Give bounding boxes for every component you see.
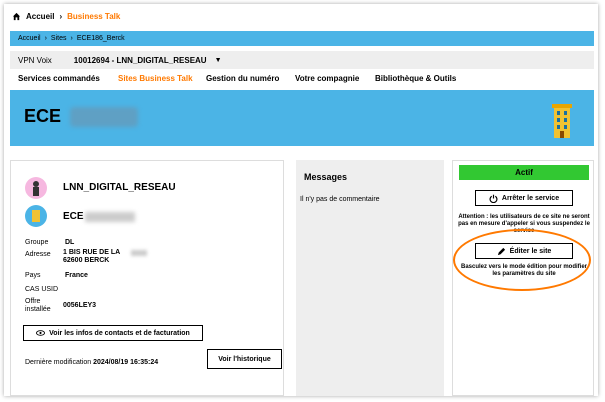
messages-panel: Messages Il n'y pas de commentaire xyxy=(296,160,444,396)
breadcrumb-sites[interactable]: Sites xyxy=(51,35,67,42)
redacted-text xyxy=(70,107,138,127)
top-breadcrumb: Accueil › Business Talk xyxy=(12,12,120,21)
banner-title: ECE xyxy=(24,106,62,126)
chevron-right-icon: › xyxy=(70,35,73,42)
redacted-text xyxy=(131,250,147,256)
adresse-label: Adresse xyxy=(25,251,51,258)
view-contacts-button[interactable]: Voir les infos de contacts et de factura… xyxy=(23,325,203,341)
redacted-text xyxy=(85,212,135,222)
offre-label-line1: Offre xyxy=(25,298,41,305)
breadcrumb-home-link[interactable]: Accueil xyxy=(26,12,54,21)
groupe-label: Groupe xyxy=(25,239,49,246)
building-avatar xyxy=(25,205,47,227)
chevron-right-icon: › xyxy=(59,12,63,21)
tab-sites-business-talk[interactable]: Sites Business Talk xyxy=(118,74,193,83)
home-icon[interactable] xyxy=(12,12,21,21)
offre-label: Offre installée xyxy=(25,298,51,314)
messages-title: Messages xyxy=(304,172,348,182)
breadcrumb-site: ECE186_Berck xyxy=(76,35,125,42)
building-icon xyxy=(552,104,572,138)
pays-value: France xyxy=(64,272,88,279)
site-name: ECE xyxy=(63,211,84,222)
pays-row: Pays France xyxy=(25,272,88,279)
vpn-select[interactable]: 10012694 - LNN_DIGITAL_RESEAU xyxy=(74,56,207,65)
view-history-button[interactable]: Voir l'historique xyxy=(207,349,282,369)
tab-gestion-numero[interactable]: Gestion du numéro xyxy=(206,74,279,83)
adresse-line1: 1 BIS RUE DE LA xyxy=(63,249,121,256)
last-modified: Dernière modification 2024/08/19 16:35:2… xyxy=(25,359,158,366)
app-frame: Accueil › Business Talk Accueil › Sites … xyxy=(4,4,598,396)
pays-label: Pays xyxy=(25,272,41,279)
breadcrumb-current[interactable]: Business Talk xyxy=(67,12,120,21)
tab-votre-compagnie[interactable]: Votre compagnie xyxy=(295,74,359,83)
offre-label-line2: installée xyxy=(25,306,51,313)
vpn-selector-bar[interactable]: VPN Voix 10012694 - LNN_DIGITAL_RESEAU ▼ xyxy=(10,51,594,69)
site-info-panel: LNN_DIGITAL_RESEAU ECE Groupe DL Adresse… xyxy=(10,160,284,396)
cas-usid-label: CAS USID xyxy=(25,286,59,293)
adresse-line2: 62600 BERCK xyxy=(63,257,110,264)
status-badge: Actif xyxy=(459,165,589,180)
stop-service-label: Arrêter le service xyxy=(501,194,560,202)
service-panel: Actif Arrêter le service Attention : les… xyxy=(452,160,594,396)
caret-down-icon[interactable]: ▼ xyxy=(215,57,222,64)
adresse-value: 1 BIS RUE DE LA 62600 BERCK xyxy=(63,249,120,265)
lastmod-value: 2024/08/19 16:35:24 xyxy=(93,359,159,366)
stop-service-button[interactable]: Arrêter le service xyxy=(475,190,573,206)
site-banner: ECE xyxy=(10,90,594,146)
offre-value-text: 0056LEY3 xyxy=(63,302,97,309)
messages-empty-text: Il n'y pas de commentaire xyxy=(300,196,380,203)
eye-icon xyxy=(36,330,46,336)
breadcrumb-accueil[interactable]: Accueil xyxy=(18,35,41,42)
groupe-row: Groupe DL xyxy=(25,239,74,246)
main-nav: Services commandés Sites Business Talk G… xyxy=(10,74,594,88)
vpn-label: VPN Voix xyxy=(18,55,52,65)
groupe-value: DL xyxy=(64,239,75,246)
chevron-right-icon: › xyxy=(44,35,47,42)
view-contacts-label: Voir les infos de contacts et de factura… xyxy=(49,329,190,337)
view-history-label: Voir l'historique xyxy=(218,355,271,363)
highlight-ellipse xyxy=(453,229,591,291)
site-owner-name: LNN_DIGITAL_RESEAU xyxy=(63,182,176,193)
user-avatar xyxy=(25,177,47,199)
offre-value: 0056LEY3 xyxy=(63,302,96,309)
site-breadcrumb-bar: Accueil › Sites › ECE186_Berck xyxy=(10,31,594,46)
tab-bibliotheque-outils[interactable]: Bibliothèque & Outils xyxy=(375,74,456,83)
tab-services-commandes[interactable]: Services commandés xyxy=(18,74,100,83)
power-icon xyxy=(489,194,498,203)
lastmod-label: Dernière modification xyxy=(25,359,92,366)
